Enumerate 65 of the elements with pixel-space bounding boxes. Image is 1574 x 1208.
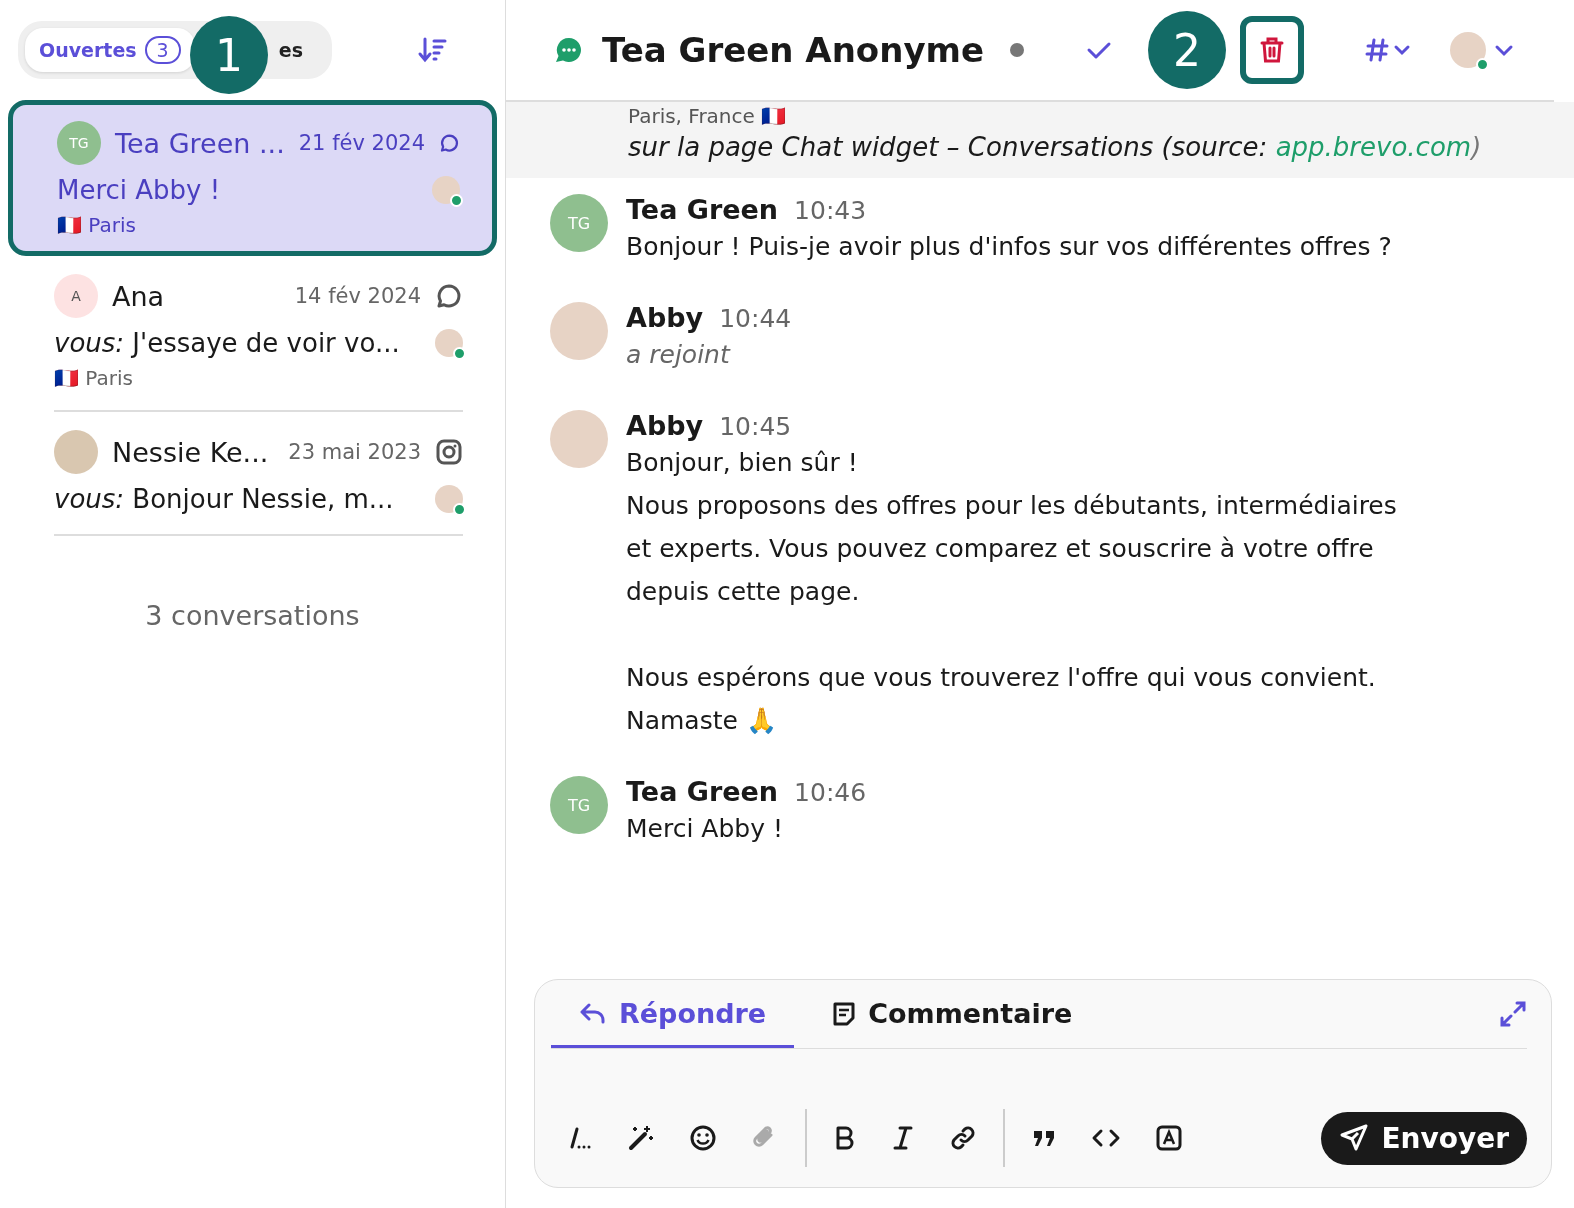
agent-avatar [435,329,463,357]
message-text: Merci Abby ! [626,813,784,845]
reply-icon [579,1001,607,1026]
delete-button[interactable] [1240,16,1304,84]
closing-parenthesis: ) [1471,132,1482,162]
speech-bubble-icon [435,282,463,310]
caret-icon[interactable] [1494,43,1514,57]
contact-name: Ana [112,280,166,312]
conversation-date: 23 mai 2023 [288,440,421,464]
trash-icon [1259,36,1285,64]
send-button[interactable]: Envoyer [1321,1111,1527,1165]
author-name: Abby [626,410,704,441]
sort-icon[interactable] [417,36,449,64]
agent-avatar [432,176,460,204]
avatar-photo [54,430,98,474]
paper-plane-icon [1339,1123,1370,1153]
contact-name: Tea Green ... [115,127,285,159]
magic-wand-icon[interactable] [627,1124,655,1152]
conversation-item[interactable]: A Ana 14 fév 2024 vous: J'essaye de voir vo... 🇫🇷 Paris [54,256,463,412]
message-text: Bonjour ! Puis-je avoir plus d'infos sur vos différentes offres ? [626,231,1392,263]
message-text: a rejoint [626,339,732,371]
composer-tab[interactable]: Commentaire [804,980,1101,1048]
message-time: 10:45 [719,412,792,441]
author-name: Abby [626,302,704,333]
instagram-icon [435,438,463,466]
conversation-item[interactable]: TG Tea Green ... 21 fév 2024 Merci Abby ! 🇫🇷 Paris [8,100,497,256]
italic-icon[interactable] [891,1125,915,1151]
link-icon[interactable] [949,1124,977,1152]
message-preview: Merci Abby ! [57,175,222,205]
avatar: TG [57,121,101,165]
chat-bubble-icon [554,35,584,65]
agent-avatar [435,485,463,513]
message-time: 10:46 [794,778,867,807]
agent-avatar[interactable] [1450,32,1486,68]
callout-marker: 1 [190,16,268,94]
contact-name: Nessie Ke... [112,436,270,468]
boxed-letter-icon[interactable] [1155,1124,1183,1152]
contact-location: 🇫🇷 Paris [54,366,134,390]
message-preview: vous: J'essaye de voir vo... [54,328,401,358]
filter-tab[interactable]: Ouvertes 3 [25,28,195,72]
visitor-location: Paris, France 🇫🇷 [628,104,788,128]
note-icon [832,1000,857,1027]
conversation-item[interactable]: Nessie Ke... 23 mai 2023 vous: Bonjour Nessie, m... [54,412,463,536]
conversation-count: 3 conversations [144,600,361,631]
avatar: TG [550,194,608,252]
status-dot [1010,43,1025,57]
callout-marker: 2 [1148,11,1226,89]
conversation-date: 14 fév 2024 [294,284,421,308]
message-text: Bonjour, bien sûr ! Nous proposons des offres pour les débutants, intermédiaires et experts. Vous pouvez comparez et souscrire à votre offre depuis cette page. Nous espérons que vous trouverez l'offre qui vous convient. Namaste 🙏 [626,447,1397,737]
message-time: 10:44 [719,304,792,333]
avatar: TG [550,776,608,834]
author-name: Tea Green [626,776,779,807]
author-name: Tea Green [626,194,779,225]
smiley-icon[interactable] [689,1124,717,1152]
conversation-date: 21 fév 2024 [298,131,425,155]
contact-location: 🇫🇷 Paris [57,213,137,237]
message-time: 10:43 [794,196,867,225]
conversation-title: Tea Green Anonyme [602,30,985,70]
count-badge: 3 [144,36,181,64]
avatar: A [54,274,98,318]
composer-tab[interactable]: Répondre [551,980,795,1048]
page-info: sur la page Chat widget – Conversations (source: [628,132,1269,162]
expand-icon[interactable] [1499,1000,1527,1028]
message-preview: vous: Bonjour Nessie, m... [54,484,395,514]
filter-tab[interactable]: es [276,28,325,72]
